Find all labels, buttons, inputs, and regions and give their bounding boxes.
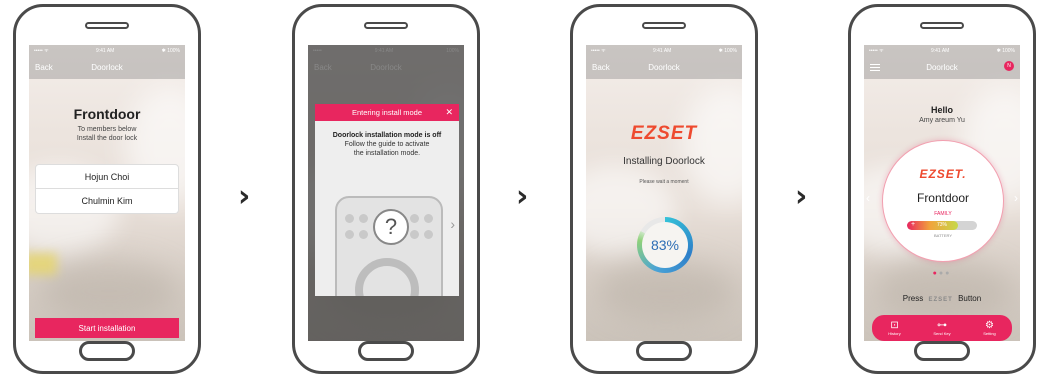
- battery-indicator: ✱ 100%: [718, 48, 737, 54]
- member-role: FAMILY: [934, 211, 952, 217]
- question-icon: ?: [373, 209, 409, 245]
- home-button: [79, 341, 135, 361]
- battery-percent: 73%: [936, 222, 947, 228]
- page-title: Frontdoor: [73, 106, 141, 122]
- dialog-text: the installation mode.: [353, 150, 421, 157]
- dialog-header: Entering install mode ✕: [315, 104, 459, 121]
- press-hint: Press EZSET Button: [864, 294, 1020, 303]
- status-time: 9:41 AM: [930, 48, 950, 54]
- settings-icon: ⚙: [984, 320, 994, 331]
- nav-bar: Back Doorlock: [308, 58, 464, 76]
- screen-installing: ••••• ᯤ 9:41 AM ✱ 100% Back Doorlock EZS…: [586, 45, 742, 341]
- battery-indicator: ✱ 100%: [161, 48, 180, 54]
- nav-title: Doorlock: [91, 62, 123, 72]
- nav-bar: Back Doorlock: [586, 58, 742, 76]
- tab-label: Send Key: [933, 331, 951, 336]
- press-prefix: Press: [902, 294, 924, 303]
- status-bar: ••••• ᯤ 9:41 AM ✱ 100%: [864, 45, 1020, 57]
- phone-frame-1: ••••• ᯤ 9:41 AM ✱ 100% Back Doorlock Fro…: [13, 4, 201, 374]
- phone-speaker: [85, 22, 129, 29]
- member-item[interactable]: Hojun Choi: [35, 164, 179, 189]
- lock-handle: [355, 258, 419, 296]
- status-bar: ••••• ᯤ 9:41 AM ✱ 100%: [586, 45, 742, 57]
- step-arrow: ›: [516, 179, 529, 214]
- key-icon: ⊶: [936, 320, 947, 331]
- chevron-right-icon[interactable]: ›: [1014, 191, 1018, 205]
- ezset-logo: EZSET: [630, 123, 698, 144]
- chevron-left-icon[interactable]: ‹: [866, 191, 870, 205]
- subtitle-line: To members below: [77, 126, 137, 133]
- phone-speaker: [642, 22, 686, 29]
- close-icon[interactable]: ✕: [445, 107, 453, 118]
- signal-indicator: ••••• ᯤ: [34, 48, 49, 54]
- home-button: [914, 341, 970, 361]
- subtitle-line: Install the door lock: [76, 135, 138, 142]
- tab-label: Setting: [983, 331, 996, 336]
- lock-name: Frontdoor: [916, 191, 970, 205]
- ezset-logo: EZSET.: [919, 167, 967, 181]
- nav-bar: Back Doorlock: [29, 58, 185, 76]
- status-bar: ••••• ᯤ 9:41 AM ✱ 100%: [29, 45, 185, 57]
- step-arrow: ›: [795, 179, 808, 214]
- tab-setting[interactable]: ⚙ Setting: [983, 320, 995, 336]
- phone-frame-3: ••••• ᯤ 9:41 AM ✱ 100% Back Doorlock EZS…: [570, 4, 758, 374]
- history-icon: ⊡: [890, 320, 899, 331]
- notification-badge-icon[interactable]: N: [1004, 61, 1014, 71]
- member-item[interactable]: Chulmin Kim: [35, 189, 179, 214]
- user-name: Amy areum Yu: [919, 117, 965, 124]
- phone-frame-4: ••••• ᯤ 9:41 AM ✱ 100% Doorlock N Hello …: [848, 4, 1036, 374]
- page-indicator: ●●●: [864, 270, 1020, 277]
- installing-subtitle: Please wait a moment: [639, 179, 689, 185]
- signal-indicator: ••••• ᯤ: [869, 48, 884, 54]
- screen-member-select: ••••• ᯤ 9:41 AM ✱ 100% Back Doorlock Fro…: [29, 45, 185, 341]
- doorlock-illustration: ?: [335, 196, 443, 296]
- progress-ring: 83%: [637, 217, 693, 273]
- progress-percent: 83%: [642, 222, 688, 268]
- battery-indicator: ✱ 100%: [996, 48, 1015, 54]
- nav-bar: Doorlock N: [864, 58, 1020, 76]
- battery-caption: BATTERY: [933, 233, 953, 238]
- greeting: Hello: [930, 105, 953, 115]
- member-list: Hojun Choi Chulmin Kim: [35, 164, 179, 214]
- page-subtitle: To members below Install the door lock: [29, 125, 185, 143]
- home-button: [636, 341, 692, 361]
- dialog-title: Entering install mode: [351, 108, 423, 117]
- press-suffix: Button: [958, 294, 982, 303]
- tab-label: History: [888, 331, 901, 336]
- dialog-heading: Doorlock installation mode is off: [332, 132, 442, 139]
- tab-history[interactable]: ⊡ History: [888, 320, 900, 336]
- installing-title: Installing Doorlock: [623, 156, 705, 167]
- nav-title: Doorlock: [926, 62, 958, 72]
- status-bar: ••••• 9:41 AM 100%: [308, 45, 464, 57]
- battery-bar: + 73%: [907, 221, 977, 230]
- signal-indicator: ••••• ᯤ: [591, 48, 606, 54]
- screen-home: ••••• ᯤ 9:41 AM ✱ 100% Doorlock N Hello …: [864, 45, 1020, 341]
- status-time: 9:41 AM: [95, 48, 115, 54]
- dialog-text: Follow the guide to activate: [344, 141, 430, 148]
- nav-title: Doorlock: [370, 62, 402, 72]
- lock-card[interactable]: EZSET. Frontdoor FAMILY + 73% BATTERY: [882, 140, 1004, 262]
- ezset-logo-small: EZSET: [928, 297, 953, 303]
- signal-indicator: •••••: [313, 48, 322, 54]
- step-arrow: ›: [238, 179, 251, 214]
- tab-send-key[interactable]: ⊶ Send Key: [933, 320, 950, 336]
- bottom-tab-bar: ⊡ History ⊶ Send Key ⚙ Setting: [872, 315, 1012, 341]
- nav-title: Doorlock: [648, 62, 680, 72]
- start-installation-button[interactable]: Start installation: [35, 318, 179, 338]
- status-time: 9:41 AM: [652, 48, 672, 54]
- phone-frame-2: ••••• 9:41 AM 100% Back Doorlock Enterin…: [292, 4, 480, 374]
- home-button: [358, 341, 414, 361]
- status-time: 9:41 AM: [374, 48, 394, 54]
- screen-install-mode: ••••• 9:41 AM 100% Back Doorlock Enterin…: [308, 45, 464, 341]
- battery-indicator: 100%: [446, 48, 459, 54]
- chevron-right-icon[interactable]: ›: [450, 216, 455, 232]
- dialog-body: Doorlock installation mode is off Follow…: [315, 121, 459, 158]
- page-dot: ●: [945, 270, 952, 277]
- phone-speaker: [364, 22, 408, 29]
- install-mode-dialog: Entering install mode ✕ Doorlock install…: [315, 104, 459, 296]
- phone-speaker: [920, 22, 964, 29]
